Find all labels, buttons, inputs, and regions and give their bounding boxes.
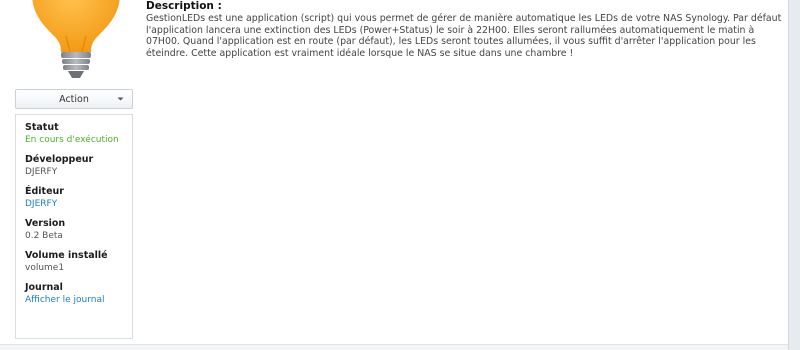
info-label: Journal	[25, 282, 63, 293]
developer-value: DJERFY	[25, 167, 58, 177]
version-value: 0.2 Beta	[25, 231, 63, 241]
show-log-link[interactable]: Afficher le journal	[25, 294, 123, 306]
lightbulb-icon	[28, 0, 124, 80]
description-text: GestionLEDs est une application (script)…	[146, 13, 782, 59]
action-button-label: Action	[59, 93, 89, 105]
action-dropdown-button[interactable]: Action	[15, 89, 133, 109]
info-developer: Développeur DJERFY	[25, 154, 123, 178]
description-title: Description :	[146, 0, 222, 12]
footer-divider	[0, 344, 788, 350]
info-label: Éditeur	[25, 186, 64, 197]
description-section: Description : GestionLEDs est une applic…	[146, 0, 786, 59]
package-detail-page: Action Statut En cours d'exécution Dével…	[0, 0, 800, 350]
info-label: Version	[25, 218, 66, 229]
status-value: En cours d'exécution	[25, 135, 119, 145]
info-version: Version 0.2 Beta	[25, 218, 123, 242]
info-publisher: Éditeur DJERFY	[25, 186, 123, 210]
info-volume: Volume installé volume1	[25, 250, 123, 274]
info-label: Développeur	[25, 154, 94, 165]
scrollbar-track[interactable]	[788, 0, 800, 350]
info-label: Volume installé	[25, 250, 108, 261]
info-log: Journal Afficher le journal	[25, 282, 123, 306]
info-label: Statut	[25, 122, 59, 133]
volume-value: volume1	[25, 263, 65, 273]
chevron-down-icon	[117, 97, 124, 101]
info-status: Statut En cours d'exécution	[25, 122, 123, 146]
publisher-link[interactable]: DJERFY	[25, 198, 123, 210]
package-info-panel: Statut En cours d'exécution Développeur …	[15, 114, 133, 339]
